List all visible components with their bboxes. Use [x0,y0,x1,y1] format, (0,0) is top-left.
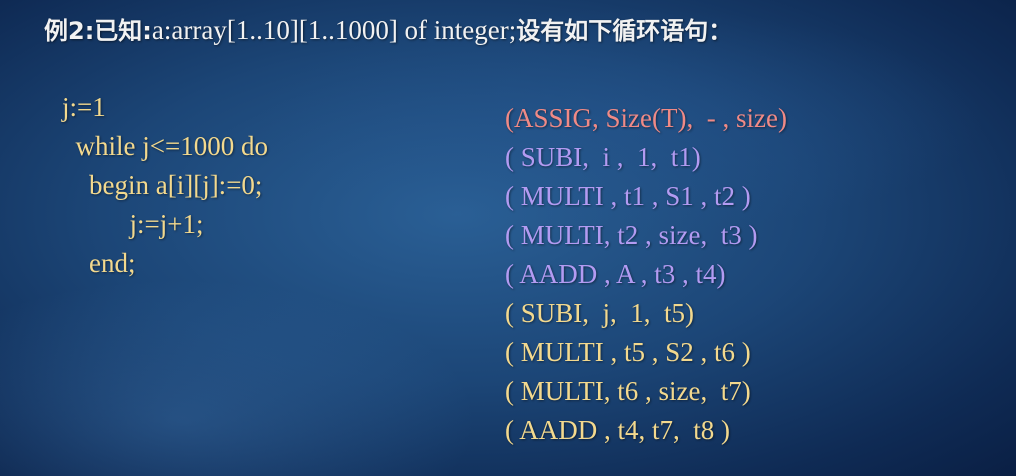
quadruple-line: ( MULTI, t6 , size, t7) [505,376,751,406]
slide-title: 例2:已知:a:array[1..10][1..1000] of integer… [44,10,732,51]
quadruple-line: ( MULTI, t2 , size, t3 ) [505,220,758,250]
code-line: begin a[i][j]:=0; [62,170,263,200]
quadruple-line: ( SUBI, j, 1, t5) [505,298,694,328]
quadruple-list: (ASSIG, Size(T), - , size) ( SUBI, i , 1… [505,99,787,450]
title-declaration: a:array[1..10][1..1000] of integer; [151,15,517,45]
code-line: j:=1 [62,92,106,122]
code-line: end; [62,248,136,278]
quadruple-line: ( AADD , t4, t7, t8 ) [505,415,730,445]
code-line: j:=j+1; [62,209,204,239]
title-lead: 例2:已知: [44,17,152,45]
quadruple-line: ( AADD , A , t3 , t4) [505,259,726,289]
code-line: while j<=1000 do [62,131,268,161]
quadruple-line: ( MULTI , t1 , S1 , t2 ) [505,181,751,211]
code-block: j:=1 while j<=1000 do begin a[i][j]:=0; … [62,88,268,283]
quadruple-line: ( SUBI, i , 1, t1) [505,142,701,172]
quadruple-line: (ASSIG, Size(T), - , size) [505,103,787,133]
quadruple-line: ( MULTI , t5 , S2 , t6 ) [505,337,751,367]
title-tail: 设有如下循环语句： [516,17,733,45]
